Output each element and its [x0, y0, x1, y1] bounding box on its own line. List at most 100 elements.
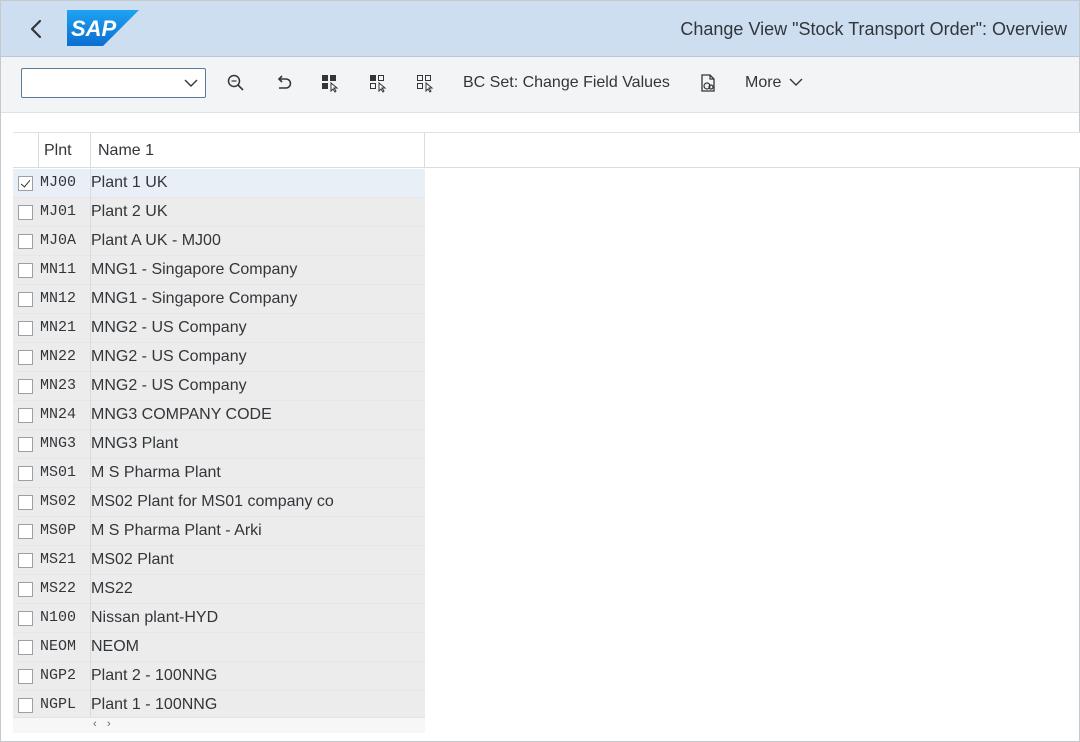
table-row[interactable]: MS22 MS22 [13, 575, 425, 604]
row-select-checkbox[interactable] [18, 408, 33, 423]
cell-name-1: MNG3 COMPANY CODE [91, 406, 272, 423]
cell-name-1: Plant 1 - 100NNG [91, 696, 218, 713]
command-input[interactable] [26, 72, 176, 94]
select-block-button[interactable] [367, 72, 389, 94]
row-select-checkbox[interactable] [18, 205, 33, 220]
bc-set-icon [701, 74, 715, 92]
cell-plnt: MS21 [40, 551, 77, 568]
table-row[interactable]: NEOM NEOM [13, 633, 425, 662]
row-select-checkbox[interactable] [18, 466, 33, 481]
cell-name-1: MS02 Plant [91, 551, 174, 568]
cell-plnt: NGPL [40, 696, 77, 713]
deselect-all-icon [417, 75, 434, 93]
cell-plnt: MN11 [40, 261, 77, 278]
row-select-checkbox[interactable] [18, 582, 33, 597]
sap-logo[interactable]: SAP [67, 10, 139, 46]
cell-plnt: MNG3 [40, 435, 77, 452]
table-row[interactable]: MN12 MNG1 - Singapore Company [13, 285, 425, 314]
cell-name-1: M S Pharma Plant [91, 464, 221, 481]
cell-plnt: MS01 [40, 464, 77, 481]
application-toolbar: BC Set: Change Field Values More [1, 57, 1079, 113]
undo-icon [277, 75, 292, 89]
row-select-checkbox[interactable] [18, 234, 33, 249]
row-select-checkbox[interactable] [18, 292, 33, 307]
cell-name-1: NEOM [91, 638, 139, 655]
cell-plnt: MJ0A [40, 232, 77, 249]
row-select-checkbox[interactable] [18, 524, 33, 539]
row-select-checkbox[interactable] [18, 176, 33, 191]
table-row[interactable]: MN21 MNG2 - US Company [13, 314, 425, 343]
table-row[interactable]: MJ01 Plant 2 UK [13, 198, 425, 227]
chevron-left-icon [30, 19, 42, 39]
deselect-all-button[interactable] [414, 72, 436, 94]
cell-name-1: MNG3 Plant [91, 435, 179, 452]
select-all-column-header[interactable] [13, 133, 39, 168]
row-select-checkbox[interactable] [18, 553, 33, 568]
cell-name-1: Nissan plant-HYD [91, 609, 219, 626]
cell-name-1: MS02 Plant for MS01 company co [91, 493, 334, 510]
cell-name-1: M S Pharma Plant - Arki [91, 522, 262, 539]
cell-name-1: MS22 [91, 580, 133, 597]
column-header-plnt[interactable]: Plnt [39, 133, 91, 168]
undo-button[interactable] [273, 72, 295, 94]
cell-plnt: MS22 [40, 580, 77, 597]
sap-logo-text: SAP [71, 16, 117, 41]
row-select-checkbox[interactable] [18, 669, 33, 684]
table-row[interactable]: MN22 MNG2 - US Company [13, 343, 425, 372]
table-row[interactable]: MJ00 Plant 1 UK [13, 169, 425, 198]
table-row[interactable]: MJ0A Plant A UK - MJ00 [13, 227, 425, 256]
cell-plnt: MS0P [40, 522, 77, 539]
horizontal-scrollbar[interactable]: ‹ › [13, 717, 425, 733]
cell-plnt: MN12 [40, 290, 77, 307]
table-body: MJ00 Plant 1 UK MJ01 Plant 2 UK MJ0A Plant A … [13, 169, 425, 720]
row-select-checkbox[interactable] [18, 263, 33, 278]
select-block-icon [370, 75, 387, 93]
page-title: Change View "Stock Transport Order": Ove… [680, 19, 1067, 39]
table-row[interactable]: MS21 MS02 Plant [13, 546, 425, 575]
back-button[interactable] [21, 14, 51, 44]
cell-plnt: NEOM [40, 638, 77, 655]
cell-name-1: Plant 1 UK [91, 174, 168, 191]
table-row[interactable]: MS0P M S Pharma Plant - Arki [13, 517, 425, 546]
row-select-checkbox[interactable] [18, 321, 33, 336]
more-button[interactable]: More [745, 74, 803, 92]
scroll-right-icon[interactable]: › [107, 718, 111, 730]
column-header-name-1[interactable]: Name 1 [91, 133, 425, 168]
table-row[interactable]: NGPL Plant 1 - 100NNG [13, 691, 425, 720]
cell-name-1: MNG1 - Singapore Company [91, 290, 298, 307]
table-row[interactable]: MN24 MNG3 COMPANY CODE [13, 401, 425, 430]
row-select-checkbox[interactable] [18, 350, 33, 365]
cell-name-1: MNG2 - US Company [91, 348, 247, 365]
shell-header: SAP Change View "Stock Transport Order":… [1, 1, 1079, 57]
more-label: More [745, 74, 782, 91]
table-row[interactable]: MN23 MNG2 - US Company [13, 372, 425, 401]
table-header: Plnt Name 1 [13, 133, 1080, 168]
row-select-checkbox[interactable] [18, 698, 33, 713]
bc-set-change-field-values-button[interactable]: BC Set: Change Field Values [463, 74, 670, 92]
cell-plnt: NGP2 [40, 667, 77, 684]
table-row[interactable]: MNG3 MNG3 Plant [13, 430, 425, 459]
scroll-left-icon[interactable]: ‹ [93, 718, 97, 730]
row-select-checkbox[interactable] [18, 379, 33, 394]
cell-plnt: MJ01 [40, 203, 77, 220]
cell-name-1: MNG2 - US Company [91, 319, 247, 336]
table-row[interactable]: MS01 M S Pharma Plant [13, 459, 425, 488]
row-select-checkbox[interactable] [18, 437, 33, 452]
row-select-checkbox[interactable] [18, 495, 33, 510]
command-field[interactable] [21, 68, 206, 98]
find-button[interactable] [225, 72, 247, 94]
select-all-button[interactable] [319, 72, 341, 94]
row-select-checkbox[interactable] [18, 640, 33, 655]
table-row[interactable]: MS02 MS02 Plant for MS01 company co [13, 488, 425, 517]
chevron-down-icon[interactable] [183, 75, 199, 91]
bc-set-button[interactable] [697, 72, 719, 94]
table-row[interactable]: MN11 MNG1 - Singapore Company [13, 256, 425, 285]
row-select-checkbox[interactable] [18, 611, 33, 626]
cell-name-1: Plant 2 UK [91, 203, 168, 220]
table-row[interactable]: NGP2 Plant 2 - 100NNG [13, 662, 425, 691]
cell-plnt: MN24 [40, 406, 77, 423]
cell-plnt: MN21 [40, 319, 77, 336]
cell-plnt: N100 [40, 609, 77, 626]
cell-name-1: Plant 2 - 100NNG [91, 667, 218, 684]
table-row[interactable]: N100 Nissan plant-HYD [13, 604, 425, 633]
